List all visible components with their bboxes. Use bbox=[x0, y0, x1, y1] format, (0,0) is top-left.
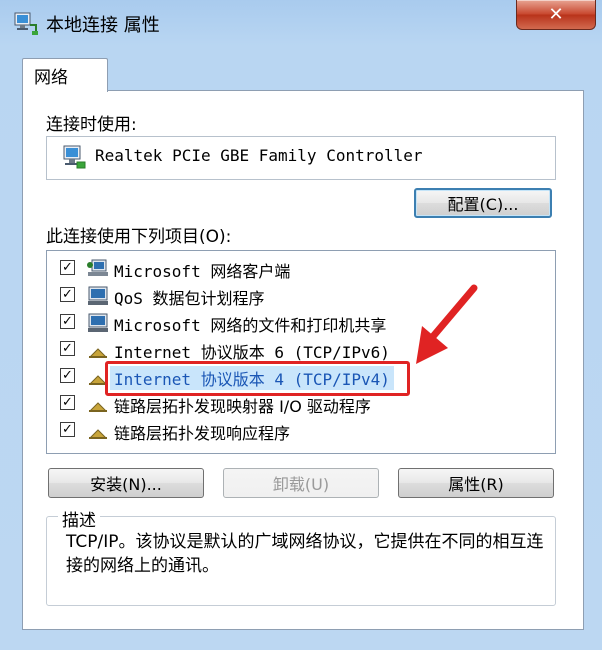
adapter-name: Realtek PCIe GBE Family Controller bbox=[95, 146, 423, 165]
network-adapter-icon bbox=[63, 145, 86, 169]
protocol-icon bbox=[88, 348, 108, 358]
item-checkbox[interactable]: ✓ bbox=[60, 341, 75, 356]
install-button[interactable]: 安装(N)... bbox=[48, 468, 204, 498]
item-label: Microsoft 网络客户端 bbox=[114, 262, 291, 281]
protocol-icon bbox=[88, 402, 108, 412]
item-checkbox[interactable]: ✓ bbox=[60, 395, 75, 410]
properties-button[interactable]: 属性(R) bbox=[398, 468, 554, 498]
annotation-highlight-box bbox=[105, 361, 410, 396]
description-text: TCP/IP。该协议是默认的广域网络协议，它提供在不同的相互连接的网络上的通讯。 bbox=[66, 532, 544, 576]
protocol-icon bbox=[88, 429, 108, 439]
uninstall-button[interactable]: 卸载(U) bbox=[223, 468, 379, 498]
properties-dialog: 本地连接 属性 ✕ 网络 连接时使用: Realtek PCIe GBE Fam… bbox=[0, 0, 602, 650]
tab-network[interactable]: 网络 bbox=[22, 58, 108, 92]
item-checkbox[interactable]: ✓ bbox=[60, 287, 75, 302]
title-bar[interactable]: 本地连接 属性 ✕ bbox=[0, 0, 602, 46]
list-item[interactable]: ✓ 链路层拓扑发现响应程序 bbox=[47, 417, 555, 444]
item-checkbox[interactable]: ✓ bbox=[60, 260, 75, 275]
description-title: 描述 bbox=[58, 506, 100, 531]
list-item[interactable]: ✓ Microsoft 网络客户端 bbox=[47, 255, 555, 282]
item-label: QoS 数据包计划程序 bbox=[114, 289, 265, 308]
item-label: Microsoft 网络的文件和打印机共享 bbox=[114, 316, 387, 335]
item-checkbox[interactable]: ✓ bbox=[60, 422, 75, 437]
connect-using-label: 连接时使用: bbox=[46, 115, 137, 135]
window-title: 本地连接 属性 bbox=[46, 15, 160, 36]
network-connection-icon bbox=[14, 12, 38, 35]
adapter-box: Realtek PCIe GBE Family Controller bbox=[46, 136, 556, 180]
qos-icon bbox=[88, 286, 108, 305]
close-icon: ✕ bbox=[548, 4, 564, 25]
tab-label: 网络 bbox=[34, 68, 68, 88]
items-label: 此连接使用下列项目(O): bbox=[46, 227, 232, 247]
annotation-arrow-icon bbox=[416, 284, 478, 364]
item-checkbox[interactable]: ✓ bbox=[60, 314, 75, 329]
configure-button[interactable]: 配置(C)... bbox=[414, 188, 552, 218]
item-label: 链路层拓扑发现响应程序 bbox=[114, 424, 291, 443]
network-client-icon bbox=[87, 259, 108, 276]
file-sharing-icon bbox=[88, 313, 108, 332]
item-checkbox[interactable]: ✓ bbox=[60, 368, 75, 383]
item-label: Internet 协议版本 6 (TCP/IPv6) bbox=[114, 343, 390, 362]
close-button[interactable]: ✕ bbox=[516, 0, 596, 30]
item-label: 链路层拓扑发现映射器 I/O 驱动程序 bbox=[114, 397, 371, 416]
